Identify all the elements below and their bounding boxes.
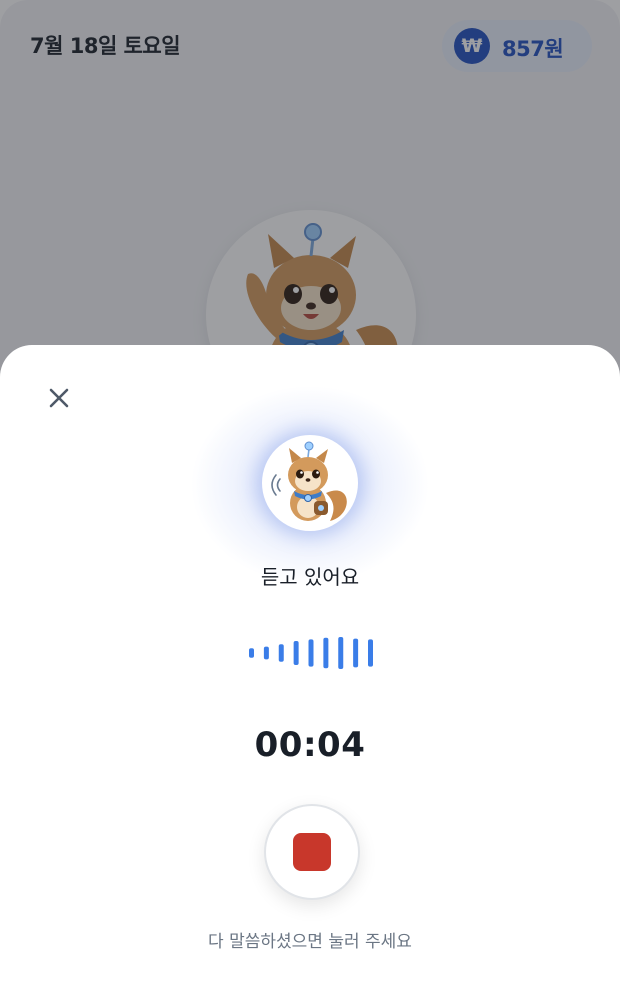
waveform-bar [353,638,359,668]
stop-hint-text: 다 말씀하셨으면 눌러 주세요 [208,932,412,952]
stop-icon [293,833,331,871]
waveform-bar [368,639,373,667]
recording-timer: 00:04 [254,725,366,765]
audio-waveform [249,637,373,669]
squirrel-mascot-icon [262,435,358,531]
waveform-bar [338,637,344,669]
waveform-bar [323,637,329,669]
stop-recording-button[interactable] [264,804,360,900]
waveform-bar [278,644,284,662]
waveform-bar [293,641,299,665]
listening-status: 듣고 있어요 [260,565,360,589]
waveform-bar [263,646,269,660]
waveform-bar [308,639,314,667]
voice-recorder-sheet: 듣고 있어요 00:04 다 말씀하셨으면 눌러 주세요 [0,345,620,998]
close-icon[interactable] [40,379,78,417]
waveform-bar [249,648,254,658]
